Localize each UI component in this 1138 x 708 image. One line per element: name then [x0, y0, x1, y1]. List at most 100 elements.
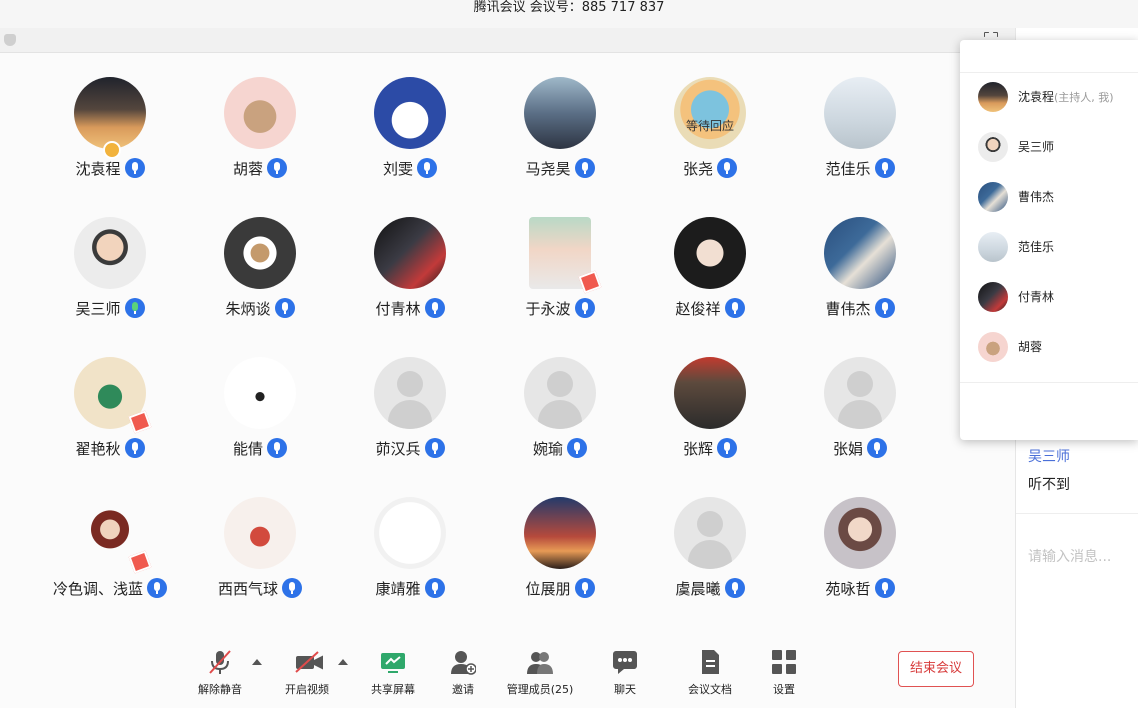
participant-tile[interactable]: 婉瑜: [485, 333, 635, 463]
meeting-title: 腾讯会议 会议号：885 717 837: [473, 0, 665, 15]
participant-tile[interactable]: 胡蓉: [185, 53, 335, 183]
member-list-item[interactable]: 付青林: [960, 274, 1138, 324]
mic-icon: [417, 158, 437, 178]
participant-tile[interactable]: 张娟: [785, 333, 935, 463]
participant-name: 曹伟杰: [825, 299, 871, 318]
participant-tile[interactable]: 曹伟杰: [785, 193, 935, 323]
manage-members-button[interactable]: 管理成员(25): [500, 649, 580, 703]
default-avatar-icon: [524, 357, 596, 429]
participant-avatar: [374, 497, 446, 569]
participant-tile[interactable]: 虞晨曦: [635, 473, 785, 603]
participant-name-row: 张娟: [785, 437, 935, 459]
member-list-item[interactable]: 胡蓉: [960, 324, 1138, 374]
mic-icon: [724, 578, 745, 598]
default-avatar-icon: [374, 357, 446, 429]
mic-icon: [717, 438, 737, 458]
unmute-button[interactable]: 解除静音: [180, 649, 260, 703]
participant-name: 张辉: [682, 439, 713, 458]
member-list-item[interactable]: 沈袁程(主持人, 我): [960, 74, 1138, 124]
member-name-text: 胡蓉: [1018, 340, 1043, 354]
participant-tile[interactable]: 于永波: [485, 193, 635, 323]
participant-tile[interactable]: 范佳乐: [785, 53, 935, 183]
meeting-toolbar: 解除静音 开启视频 共享屏幕 邀请 管理成员(25) 聊天 会议文档 设置 结束…: [0, 643, 1015, 708]
participant-tile[interactable]: 朱炳谈: [185, 193, 335, 323]
member-name: 胡蓉: [1018, 338, 1042, 355]
participant-tile[interactable]: 位展朋: [485, 473, 635, 603]
shield-icon[interactable]: [4, 34, 16, 46]
mic-icon: [424, 578, 445, 598]
window-title-bar: 腾讯会议 会议号：885 717 837: [0, 0, 1138, 28]
member-name-text: 范佳乐: [1018, 240, 1055, 254]
video-options-caret-icon[interactable]: [338, 659, 348, 665]
participant-name-row: 虞晨曦: [635, 577, 785, 599]
participant-name: 虞晨曦: [675, 579, 721, 598]
mic-icon: [267, 438, 287, 458]
member-list-item[interactable]: 吴三师: [960, 124, 1138, 174]
share-screen-button[interactable]: 共享屏幕: [353, 649, 433, 703]
participant-tile[interactable]: 能倩: [185, 333, 335, 463]
participant-tile[interactable]: 西西气球: [185, 473, 335, 603]
start-video-label: 开启视频: [285, 683, 329, 696]
mic-icon: [124, 438, 145, 458]
participant-tile[interactable]: 冷色调、浅蓝: [35, 473, 185, 603]
participant-name-row: 胡蓉: [185, 157, 335, 179]
chat-divider: [1016, 513, 1138, 514]
participant-tile[interactable]: 吴三师: [35, 193, 185, 323]
participant-grid: 沈袁程 胡蓉 刘雯 马尧昊 等待回应 张尧 范佳乐吴三师 朱炳谈 付青林 于永波赵俊祥 曹伟杰翟艳秋…: [0, 53, 1015, 643]
participant-tile[interactable]: 刘雯: [335, 53, 485, 183]
start-video-button[interactable]: 开启视频: [267, 649, 347, 703]
participant-name-row: 婉瑜: [485, 437, 635, 459]
settings-button[interactable]: 设置: [744, 649, 824, 703]
participant-avatar: 等待回应: [674, 77, 746, 149]
settings-label: 设置: [773, 683, 795, 696]
camera-off-icon: [295, 651, 323, 673]
member-list-item[interactable]: 范佳乐: [960, 224, 1138, 274]
member-avatar: [978, 332, 1008, 362]
member-avatar: [978, 182, 1008, 212]
participant-tile[interactable]: 赵俊祥: [635, 193, 785, 323]
participant-avatar: [74, 77, 146, 149]
participant-tile[interactable]: 马尧昊: [485, 53, 635, 183]
member-avatar: [978, 282, 1008, 312]
invite-button[interactable]: 邀请: [423, 649, 503, 703]
participant-name-row: 刘雯: [335, 157, 485, 179]
participant-name: 吴三师: [75, 299, 121, 318]
chat-input[interactable]: 请输入消息...: [1028, 546, 1111, 566]
mic-icon: [424, 298, 445, 318]
participant-name: 冷色调、浅蓝: [52, 579, 143, 598]
participant-avatar: [824, 497, 896, 569]
participant-name-row: 付青林: [335, 297, 485, 319]
participant-tile[interactable]: 沈袁程: [35, 53, 185, 183]
meeting-docs-button[interactable]: 会议文档: [670, 649, 750, 703]
manage-members-label: 管理成员(25): [506, 683, 574, 696]
participant-tile[interactable]: 康靖雅: [335, 473, 485, 603]
mic-icon: [267, 158, 287, 178]
participant-name: 位展朋: [525, 579, 571, 598]
participant-tile[interactable]: 茆汉兵: [335, 333, 485, 463]
participant-name-row: 茆汉兵: [335, 437, 485, 459]
end-meeting-button[interactable]: 结束会议: [898, 651, 974, 687]
participant-name: 赵俊祥: [675, 299, 721, 318]
member-avatar: [978, 132, 1008, 162]
participant-name-row: 朱炳谈: [185, 297, 335, 319]
chat-button[interactable]: 聊天: [585, 649, 665, 703]
participant-tile[interactable]: 付青林: [335, 193, 485, 323]
participant-name-row: 沈袁程: [35, 157, 185, 179]
participant-tile[interactable]: 张辉: [635, 333, 785, 463]
member-avatar: [978, 232, 1008, 262]
participant-tile[interactable]: 翟艳秋: [35, 333, 185, 463]
participant-name-row: 西西气球: [185, 577, 335, 599]
participant-name-row: 翟艳秋: [35, 437, 185, 459]
participant-avatar: [674, 357, 746, 429]
participant-tile[interactable]: 苑咏哲: [785, 473, 935, 603]
audio-options-caret-icon[interactable]: [252, 659, 262, 665]
mic-icon: [874, 158, 895, 178]
mic-muted-icon: [209, 650, 231, 674]
mic-icon: [282, 578, 302, 598]
invite-label: 邀请: [452, 683, 474, 696]
member-name-text: 吴三师: [1018, 140, 1055, 154]
participant-name-row: 冷色调、浅蓝: [35, 577, 185, 599]
member-name: 吴三师: [1018, 138, 1054, 155]
participant-tile[interactable]: 等待回应 张尧: [635, 53, 785, 183]
member-list-item[interactable]: 曹伟杰: [960, 174, 1138, 224]
